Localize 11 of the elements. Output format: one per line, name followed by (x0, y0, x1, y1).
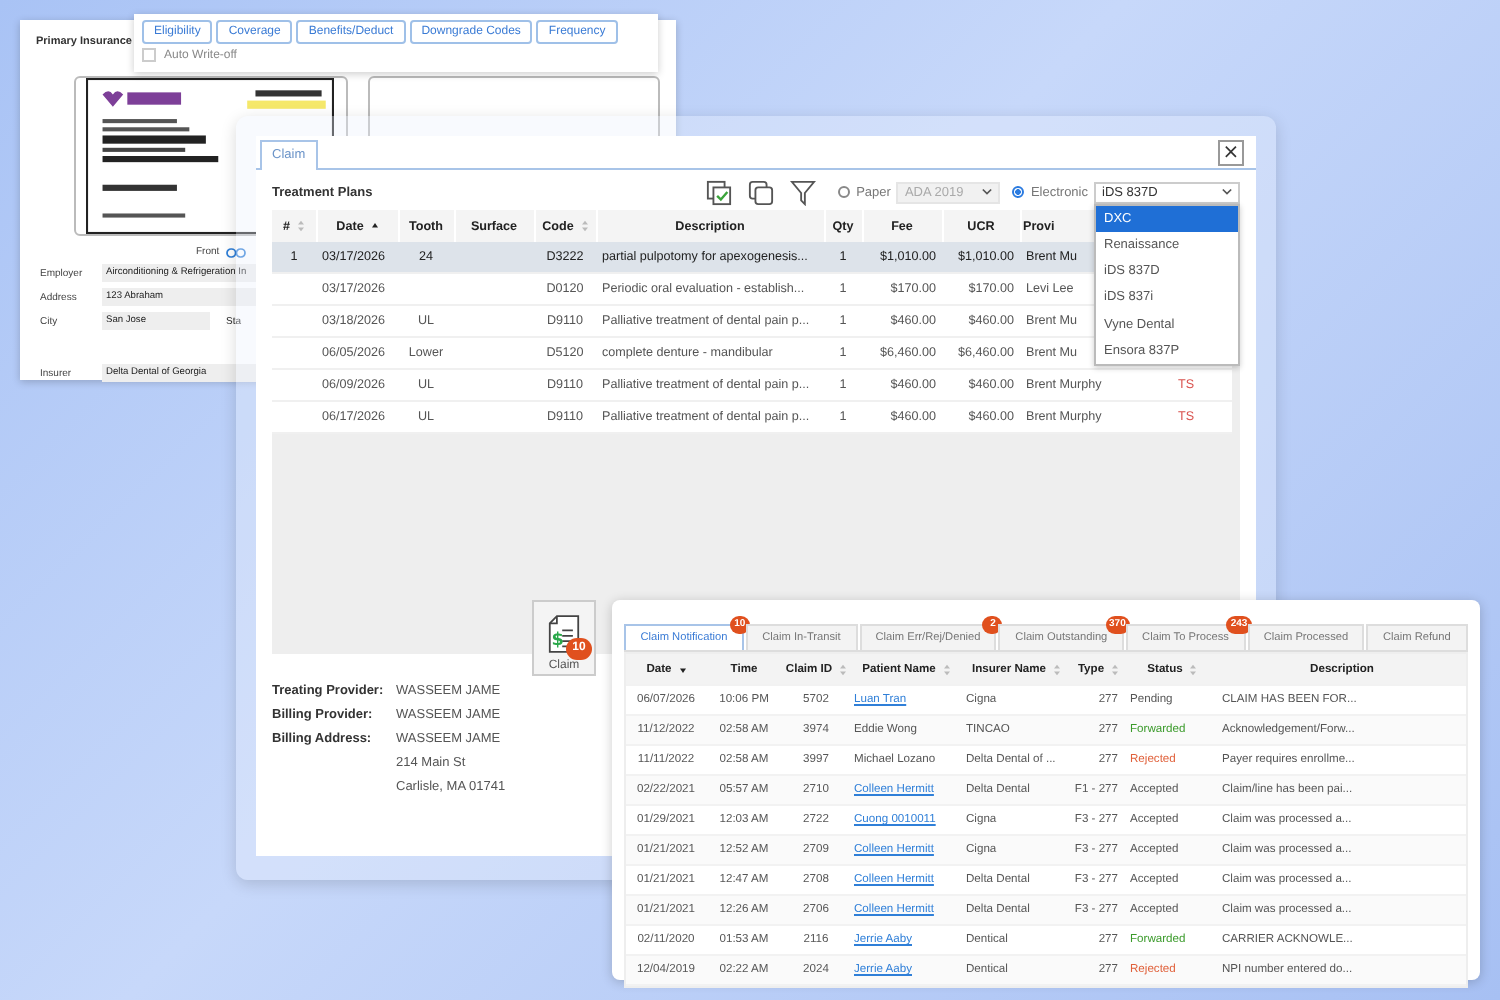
checkbox[interactable] (142, 48, 156, 62)
caret-icon (1222, 188, 1232, 196)
link-icon[interactable] (225, 247, 246, 257)
copy-icon[interactable] (748, 179, 775, 205)
filter-icon[interactable] (790, 179, 817, 205)
sort-descending-icon[interactable] (679, 663, 686, 675)
caret-icon (982, 188, 993, 196)
radio-button[interactable] (1012, 186, 1025, 198)
radio-button[interactable] (838, 186, 851, 198)
close-button[interactable]: × (1218, 140, 1244, 166)
check-copy-icon[interactable] (706, 179, 733, 205)
